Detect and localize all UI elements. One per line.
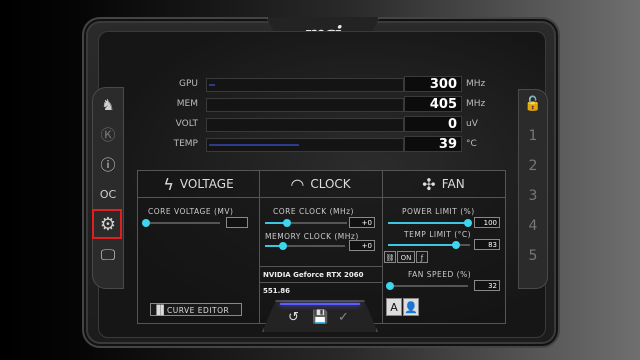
power-limit-track[interactable] bbox=[388, 222, 466, 224]
action-tab: ↺ 💾 ✓ bbox=[262, 300, 378, 332]
temp-limit-slider[interactable] bbox=[452, 241, 460, 249]
mem-label: MEM bbox=[176, 99, 198, 109]
left-sidebar: ♞ Ⓚ ⓘ OC ⚙ 🖵 bbox=[92, 87, 124, 289]
core-clock-slider[interactable] bbox=[283, 219, 291, 227]
lock-icon[interactable]: 🔓 bbox=[519, 96, 547, 112]
core-voltage-slider[interactable] bbox=[142, 219, 150, 227]
user-fan-icon[interactable]: 👤 bbox=[403, 298, 419, 316]
core-voltage-track[interactable] bbox=[150, 222, 220, 224]
bars-icon: ▐▌ bbox=[153, 306, 168, 316]
gpu-name: NVIDIA Geforce RTX 2060 bbox=[259, 266, 382, 283]
link-icon[interactable]: ⛓ bbox=[384, 251, 396, 263]
right-sidebar: 🔓 1 2 3 4 5 bbox=[518, 89, 548, 289]
curve-icon[interactable]: ƒ bbox=[416, 251, 428, 263]
profile-3[interactable]: 3 bbox=[519, 188, 547, 204]
memory-clock-slider[interactable] bbox=[279, 242, 287, 250]
fan-title: FAN bbox=[441, 177, 465, 191]
apply-icon[interactable]: ✓ bbox=[338, 310, 349, 325]
core-voltage-label: CORE VOLTAGE (MV) bbox=[148, 207, 234, 216]
save-icon[interactable]: 💾 bbox=[312, 310, 328, 325]
power-limit-label: POWER LIMIT (%) bbox=[402, 207, 475, 216]
fan-speed-label: FAN SPEED (%) bbox=[408, 270, 472, 279]
fan-speed-track[interactable] bbox=[394, 285, 468, 287]
memory-clock-value[interactable]: +0 bbox=[349, 240, 375, 251]
gpu-label: GPU bbox=[179, 79, 198, 89]
voltage-title: VOLTAGE bbox=[179, 177, 234, 191]
temp-limit-track-rest[interactable] bbox=[460, 244, 470, 246]
temp-limit-label: TEMP LIMIT (°C) bbox=[404, 230, 472, 239]
gpu-bar bbox=[206, 78, 404, 92]
volt-label: VOLT bbox=[175, 119, 198, 129]
gpu-value: 300 bbox=[404, 76, 462, 92]
memory-clock-track-right[interactable] bbox=[287, 245, 345, 247]
info-icon[interactable]: ⓘ bbox=[97, 154, 119, 176]
temp-value: 39 bbox=[404, 136, 462, 152]
driver-version: 551.86 bbox=[259, 282, 382, 299]
mem-unit: MHz bbox=[466, 99, 486, 109]
core-voltage-value[interactable] bbox=[226, 217, 248, 228]
auto-fan-button[interactable]: A bbox=[386, 298, 402, 316]
lightning-icon: ϟ bbox=[163, 174, 174, 194]
temp-limit-track[interactable] bbox=[388, 244, 454, 246]
curve-editor-label: CURVE EDITOR bbox=[167, 306, 230, 315]
fan-icon: ✣ bbox=[422, 174, 436, 194]
volt-bar bbox=[206, 118, 404, 132]
gpu-unit: MHz bbox=[466, 79, 486, 89]
mem-value: 405 bbox=[404, 96, 462, 112]
fan-header: ✣ FAN bbox=[382, 171, 505, 198]
core-clock-label: CORE CLOCK (MHz) bbox=[273, 207, 354, 216]
voltage-header: ϟ VOLTAGE bbox=[138, 171, 259, 198]
settings-selection-highlight bbox=[92, 209, 122, 239]
volt-value: 0 bbox=[404, 116, 462, 132]
profile-4[interactable]: 4 bbox=[519, 218, 547, 234]
temp-unit: °C bbox=[466, 139, 477, 149]
core-clock-value[interactable]: +0 bbox=[349, 217, 375, 228]
kombustor-icon[interactable]: Ⓚ bbox=[97, 124, 119, 146]
clock-header: ◠ CLOCK bbox=[259, 171, 382, 198]
mem-bar bbox=[206, 98, 404, 112]
fan-speed-slider[interactable] bbox=[386, 282, 394, 290]
curve-editor-button[interactable]: ▐▌ CURVE EDITOR bbox=[150, 303, 242, 316]
monitor-icon[interactable]: 🖵 bbox=[97, 244, 119, 266]
profile-2[interactable]: 2 bbox=[519, 158, 547, 174]
voltage-panel: ϟ VOLTAGE CORE VOLTAGE (MV) ▐▌ CURVE EDITO… bbox=[138, 171, 260, 323]
power-limit-value[interactable]: 100 bbox=[474, 217, 500, 228]
action-glow bbox=[280, 303, 360, 305]
fan-speed-value[interactable]: 32 bbox=[474, 280, 500, 291]
profile-5[interactable]: 5 bbox=[519, 248, 547, 264]
clock-title: CLOCK bbox=[310, 177, 351, 191]
speedometer-icon: ◠ bbox=[290, 174, 305, 194]
link-toggle[interactable]: ON bbox=[397, 251, 415, 263]
core-clock-track-left[interactable] bbox=[265, 222, 285, 224]
profile-1[interactable]: 1 bbox=[519, 128, 547, 144]
volt-unit: uV bbox=[466, 119, 478, 129]
fan-panel: ✣ FAN POWER LIMIT (%) 100 TEMP LIMIT (°C)… bbox=[382, 171, 505, 323]
core-clock-track-right[interactable] bbox=[291, 222, 347, 224]
msi-logo-icon[interactable]: ♞ bbox=[97, 94, 119, 116]
temp-bar bbox=[206, 138, 404, 152]
power-limit-slider[interactable] bbox=[464, 219, 472, 227]
reset-icon[interactable]: ↺ bbox=[288, 310, 299, 325]
oc-scanner-icon[interactable]: OC bbox=[97, 184, 119, 206]
memory-clock-label: MEMORY CLOCK (MHz) bbox=[265, 232, 359, 241]
temp-limit-value[interactable]: 83 bbox=[474, 239, 500, 250]
temp-label: TEMP bbox=[173, 139, 198, 149]
